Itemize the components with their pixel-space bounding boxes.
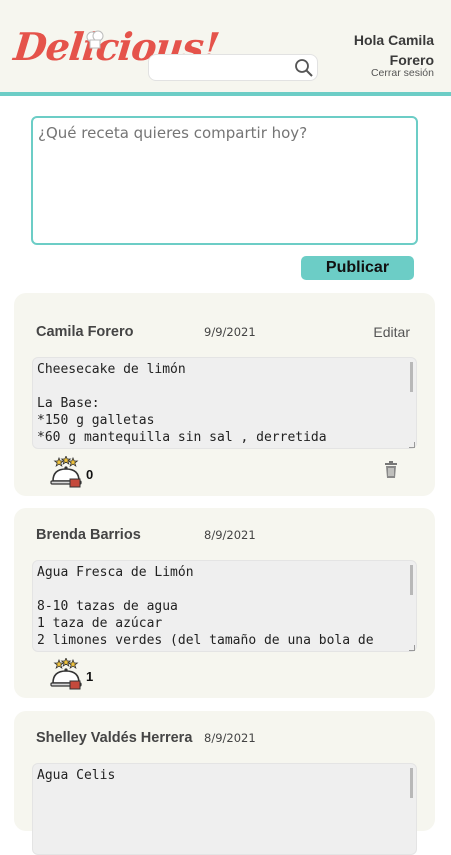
search-input[interactable] xyxy=(155,58,295,80)
post-body-text[interactable]: Agua Fresca de Limón 8-10 tazas de agua … xyxy=(32,560,417,652)
chef-hat-icon xyxy=(86,30,104,49)
post-author: Shelley Valdés Herrera xyxy=(36,730,193,746)
post-card: Camila Forero 9/9/2021 Editar Cheesecake… xyxy=(14,293,435,496)
header-divider xyxy=(0,92,451,96)
search-icon[interactable] xyxy=(294,58,314,78)
search-box xyxy=(148,54,318,81)
logout-link[interactable]: Cerrar sesión xyxy=(371,67,434,79)
post-date: 9/9/2021 xyxy=(204,325,256,339)
user-greeting: Hola Camila Forero xyxy=(353,32,434,68)
publish-button[interactable]: Publicar xyxy=(301,256,414,280)
trash-icon[interactable] xyxy=(383,461,399,479)
post-date: 8/9/2021 xyxy=(204,731,256,745)
like-count: 1 xyxy=(86,669,94,684)
like-count: 0 xyxy=(86,467,94,482)
post-author: Brenda Barrios xyxy=(36,527,141,543)
recipe-composer-input[interactable] xyxy=(31,116,418,245)
serving-dish-icon[interactable] xyxy=(49,658,83,690)
post-body-text[interactable]: Agua Celis xyxy=(32,763,417,855)
post-card: Shelley Valdés Herrera 8/9/2021 Agua Cel… xyxy=(14,711,435,855)
app-header: Delicious! Hola Camila Forero Cerrar ses… xyxy=(0,0,451,92)
post-date: 8/9/2021 xyxy=(204,528,256,542)
post-body-text[interactable]: Cheesecake de limón La Base: *150 g gall… xyxy=(32,357,417,449)
edit-post-link[interactable]: Editar xyxy=(373,324,410,340)
post-card: Brenda Barrios 8/9/2021 Agua Fresca de L… xyxy=(14,508,435,698)
serving-dish-icon[interactable] xyxy=(49,456,83,488)
post-author: Camila Forero xyxy=(36,324,134,340)
